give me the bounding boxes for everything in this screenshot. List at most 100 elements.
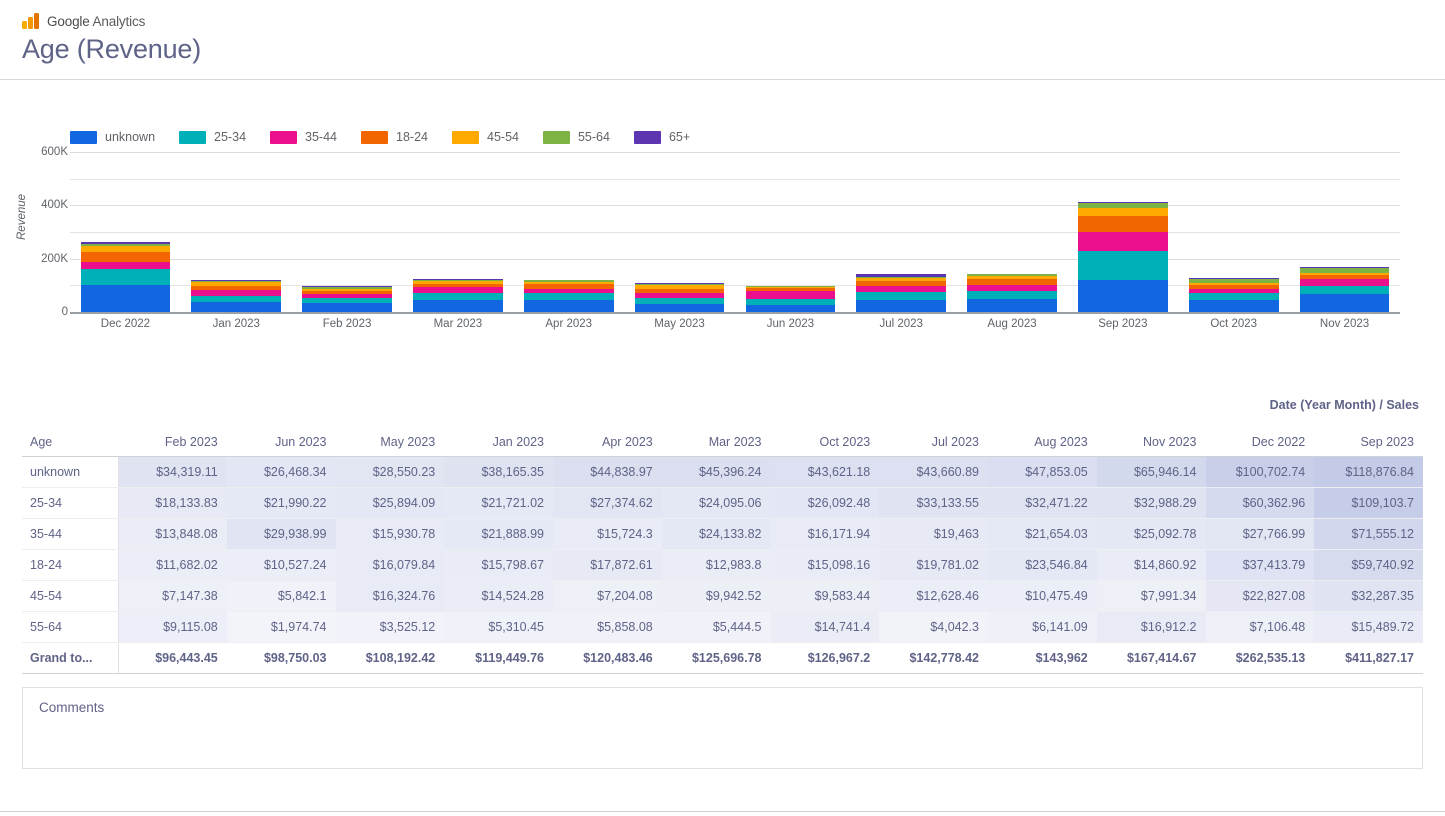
bar-slot[interactable]	[624, 152, 735, 312]
pivot-cell: $5,310.45	[444, 611, 553, 642]
stacked-bar[interactable]	[1300, 267, 1390, 312]
pivot-row-label[interactable]: 45-54	[22, 580, 118, 611]
legend-item-35-44[interactable]: 35-44	[270, 130, 337, 144]
pivot-row-label[interactable]: 18-24	[22, 549, 118, 580]
stacked-bar[interactable]	[746, 286, 836, 312]
report-header: Google Analytics Age (Revenue)	[0, 0, 1445, 80]
legend-item-18-24[interactable]: 18-24	[361, 130, 428, 144]
pivot-column-header[interactable]: Jul 2023	[879, 426, 988, 456]
pivot-cell: $33,133.55	[879, 487, 988, 518]
bar-segment-35-44[interactable]	[1300, 279, 1390, 286]
bar-slot[interactable]	[1289, 152, 1400, 312]
pivot-cell: $15,098.16	[771, 549, 880, 580]
pivot-column-header[interactable]: Feb 2023	[118, 426, 227, 456]
pivot-cell: $21,654.03	[988, 518, 1097, 549]
bar-segment-unknown[interactable]	[967, 299, 1057, 312]
grand-total-row: Grand to...$96,443.45$98,750.03$108,192.…	[22, 642, 1423, 673]
bar-segment-unknown[interactable]	[524, 300, 614, 312]
bar-segment-unknown[interactable]	[746, 305, 836, 312]
stacked-bar[interactable]	[635, 283, 725, 312]
bar-segment-18-24[interactable]	[81, 252, 171, 262]
legend-color-swatch	[70, 131, 97, 144]
pivot-row-label[interactable]: 25-34	[22, 487, 118, 518]
revenue-by-age-chart: unknown25-3435-4418-2445-5455-6465+ Reve…	[0, 80, 1445, 350]
pivot-column-header[interactable]: Jan 2023	[444, 426, 553, 456]
bar-segment-25-34[interactable]	[967, 291, 1057, 300]
bar-slot[interactable]	[181, 152, 292, 312]
bar-segment-unknown[interactable]	[1189, 300, 1279, 312]
bar-slot[interactable]	[1178, 152, 1289, 312]
grand-total-label[interactable]: Grand to...	[22, 642, 118, 673]
pivot-row-label[interactable]: unknown	[22, 456, 118, 487]
legend-item-65plus[interactable]: 65+	[634, 130, 690, 144]
stacked-bar[interactable]	[967, 274, 1057, 312]
bar-segment-unknown[interactable]	[302, 303, 392, 312]
stacked-bar[interactable]	[413, 279, 503, 312]
pivot-column-header[interactable]: Dec 2022	[1206, 426, 1315, 456]
bar-segment-35-44[interactable]	[81, 262, 171, 269]
stacked-bar[interactable]	[856, 274, 946, 312]
bar-slot[interactable]	[70, 152, 181, 312]
x-axis-label: Aug 2023	[957, 318, 1068, 330]
bar-segment-unknown[interactable]	[413, 300, 503, 312]
bar-segment-25-34[interactable]	[856, 292, 946, 301]
stacked-bar[interactable]	[302, 286, 392, 312]
pivot-column-header[interactable]: Jun 2023	[227, 426, 336, 456]
bar-slot[interactable]	[957, 152, 1068, 312]
bar-segment-25-34[interactable]	[1189, 293, 1279, 300]
pivot-row-label[interactable]: 35-44	[22, 518, 118, 549]
comments-box[interactable]: Comments	[22, 687, 1423, 769]
legend-item-25-34[interactable]: 25-34	[179, 130, 246, 144]
y-axis-tick: 400K	[22, 199, 68, 211]
legend-item-45-54[interactable]: 45-54	[452, 130, 519, 144]
bar-segment-unknown[interactable]	[1300, 294, 1390, 312]
pivot-cell: $9,583.44	[771, 580, 880, 611]
bar-segment-35-44[interactable]	[746, 291, 836, 299]
stacked-bar[interactable]	[191, 280, 281, 312]
pivot-column-header[interactable]: Nov 2023	[1097, 426, 1206, 456]
legend-item-55-64[interactable]: 55-64	[543, 130, 610, 144]
bar-segment-unknown[interactable]	[81, 285, 171, 312]
stacked-bar[interactable]	[1078, 202, 1168, 312]
pivot-column-header[interactable]: Oct 2023	[771, 426, 880, 456]
grand-total-cell: $119,449.76	[444, 642, 553, 673]
bar-segment-unknown[interactable]	[635, 304, 725, 312]
bar-slot[interactable]	[402, 152, 513, 312]
stacked-bar[interactable]	[524, 280, 614, 312]
bar-slot[interactable]	[1067, 152, 1178, 312]
x-axis-label: Feb 2023	[292, 318, 403, 330]
legend-item-unknown[interactable]: unknown	[70, 130, 155, 144]
bar-segment-25-34[interactable]	[635, 298, 725, 305]
pivot-cell: $65,946.14	[1097, 456, 1206, 487]
pivot-column-header[interactable]: Apr 2023	[553, 426, 662, 456]
pivot-column-header[interactable]: Sep 2023	[1314, 426, 1423, 456]
chart-legend: unknown 25-34 35-44 18-24 45-54 55-64 65+	[70, 130, 714, 144]
pivot-cell: $32,471.22	[988, 487, 1097, 518]
pivot-column-header[interactable]: Aug 2023	[988, 426, 1097, 456]
stacked-bar[interactable]	[81, 242, 171, 312]
pivot-column-header[interactable]: May 2023	[336, 426, 445, 456]
pivot-cell: $23,546.84	[988, 549, 1097, 580]
bar-slot[interactable]	[846, 152, 957, 312]
pivot-row-header-title[interactable]: Age	[22, 426, 118, 456]
bar-segment-25-34[interactable]	[524, 293, 614, 300]
pivot-cell: $109,103.7	[1314, 487, 1423, 518]
legend-color-swatch	[543, 131, 570, 144]
bar-slot[interactable]	[735, 152, 846, 312]
pivot-row-label[interactable]: 55-64	[22, 611, 118, 642]
pivot-cell: $118,876.84	[1314, 456, 1423, 487]
bar-segment-unknown[interactable]	[856, 300, 946, 312]
pivot-column-header[interactable]: Mar 2023	[662, 426, 771, 456]
bar-segment-25-34[interactable]	[81, 269, 171, 285]
bar-segment-unknown[interactable]	[1078, 280, 1168, 312]
pivot-table-section: Date (Year Month) / Sales AgeFeb 2023Jun…	[22, 398, 1423, 674]
bar-segment-unknown[interactable]	[191, 302, 281, 312]
bar-segment-25-34[interactable]	[1078, 251, 1168, 280]
bar-slot[interactable]	[513, 152, 624, 312]
bar-slot[interactable]	[292, 152, 403, 312]
bar-segment-25-34[interactable]	[1300, 286, 1390, 295]
bar-segment-18-24[interactable]	[1078, 216, 1168, 232]
bar-segment-35-44[interactable]	[1078, 232, 1168, 251]
bar-segment-45-54[interactable]	[1078, 208, 1168, 217]
stacked-bar[interactable]	[1189, 278, 1279, 312]
